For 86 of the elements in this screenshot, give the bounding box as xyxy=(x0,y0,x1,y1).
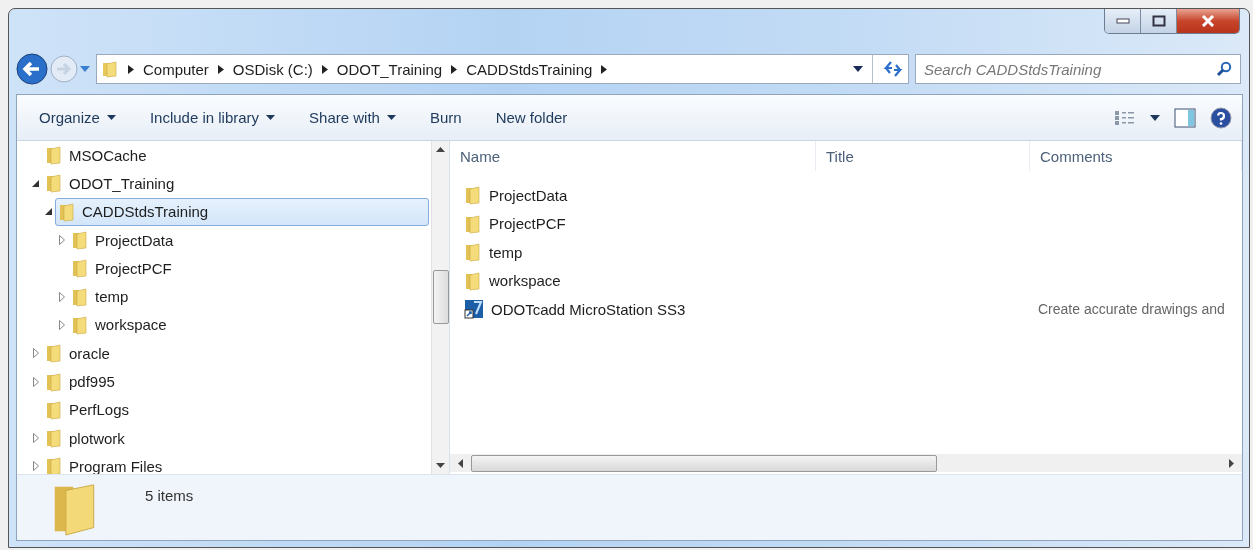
file-name[interactable]: ProjectData xyxy=(489,186,568,204)
toolbar-button[interactable]: Organize xyxy=(29,105,126,130)
tree-item[interactable]: PerfLogs xyxy=(42,395,137,424)
folder-icon xyxy=(45,343,63,364)
dropdown-icon[interactable] xyxy=(1150,114,1160,121)
scroll-right-icon[interactable] xyxy=(1229,458,1234,468)
scroll-left-icon[interactable] xyxy=(458,458,463,468)
search-icon[interactable] xyxy=(1216,61,1232,77)
folder-icon xyxy=(71,258,89,279)
tree-item[interactable]: temp xyxy=(68,282,136,311)
expand-arrow-icon[interactable] xyxy=(58,235,65,246)
file-name[interactable]: ProjectPCF xyxy=(489,215,566,233)
breadcrumb[interactable]: Computer xyxy=(143,60,209,78)
folder-icon xyxy=(58,201,76,222)
collapse-arrow-icon[interactable] xyxy=(45,208,52,216)
folder-icon xyxy=(45,145,63,166)
close-button[interactable] xyxy=(1177,9,1239,33)
file-name[interactable]: ODOTcadd MicroStation SS3 xyxy=(491,300,686,318)
help-icon[interactable] xyxy=(1210,106,1232,129)
collapse-arrow-icon[interactable] xyxy=(32,179,39,187)
column-header[interactable]: Title xyxy=(816,141,1030,171)
chevron-icon[interactable] xyxy=(601,64,608,74)
refresh-icon[interactable] xyxy=(882,60,904,78)
tree-item[interactable]: CADDStdsTraining xyxy=(55,197,429,226)
folder-icon xyxy=(45,428,63,449)
folder-icon xyxy=(71,314,89,335)
scroll-down-icon[interactable] xyxy=(436,463,445,468)
folder-icon xyxy=(71,286,89,307)
vertical-scrollbar[interactable] xyxy=(431,141,449,474)
folder-icon xyxy=(464,242,482,263)
file-name[interactable]: temp xyxy=(489,243,523,261)
toolbar-button[interactable]: New folder xyxy=(485,105,578,130)
column-header[interactable]: Name xyxy=(450,141,816,171)
folder-icon xyxy=(101,60,119,78)
file-comment: Create accurate drawings and xyxy=(1038,301,1225,318)
folder-icon xyxy=(464,185,482,206)
toolbar-button[interactable]: Include in library xyxy=(139,105,286,130)
breadcrumb[interactable]: OSDisk (C:) xyxy=(232,60,313,78)
maximize-icon xyxy=(1151,15,1166,27)
preview-pane-icon[interactable] xyxy=(1174,107,1196,128)
scroll-thumb[interactable] xyxy=(471,454,937,472)
folder-icon xyxy=(45,173,63,194)
item-count: 5 items xyxy=(145,487,194,504)
maximize-button[interactable] xyxy=(1141,9,1177,33)
breadcrumb[interactable]: CADDStdsTraining xyxy=(466,60,593,78)
tree-item[interactable]: pdf995 xyxy=(42,367,122,396)
breadcrumb[interactable]: ODOT_Training xyxy=(336,60,443,78)
expand-arrow-icon[interactable] xyxy=(32,461,39,472)
scroll-thumb[interactable] xyxy=(432,270,449,324)
chevron-icon[interactable] xyxy=(451,64,458,74)
column-header[interactable]: Comments xyxy=(1030,141,1242,171)
recent-dropdown-icon[interactable] xyxy=(80,66,90,72)
chevron-icon[interactable] xyxy=(128,64,134,74)
close-icon xyxy=(1200,15,1216,27)
folder-icon xyxy=(464,213,482,234)
folder-icon xyxy=(464,270,482,291)
folder-icon xyxy=(71,230,89,251)
toolbar-button[interactable]: Share with xyxy=(299,105,406,130)
tree-item[interactable]: oracle xyxy=(42,339,117,368)
folder-icon xyxy=(45,456,63,474)
chevron-icon[interactable] xyxy=(217,64,224,74)
expand-arrow-icon[interactable] xyxy=(32,433,39,444)
folder-icon xyxy=(45,371,63,392)
tree-item[interactable]: ProjectPCF xyxy=(68,254,179,283)
search-field[interactable]: Search CADDStdsTraining xyxy=(915,54,1241,84)
address-bar[interactable]: Computer OSDisk (C:) ODOT_Training CADDStdsTraining xyxy=(96,54,909,84)
dropdown-icon[interactable] xyxy=(853,66,863,72)
folder-icon xyxy=(45,399,63,420)
scroll-up-icon[interactable] xyxy=(436,147,445,152)
tree-item[interactable]: workspace xyxy=(68,310,174,339)
tree-item[interactable]: plotwork xyxy=(42,424,132,453)
expand-arrow-icon[interactable] xyxy=(32,348,39,359)
tree-item[interactable]: ProjectData xyxy=(68,226,181,255)
horizontal-scrollbar[interactable] xyxy=(450,454,1242,472)
expand-arrow-icon[interactable] xyxy=(58,291,65,302)
tree-item[interactable]: ODOT_Training xyxy=(42,169,182,198)
expand-arrow-icon[interactable] xyxy=(32,376,39,387)
back-button[interactable] xyxy=(16,53,48,85)
minimize-icon xyxy=(1115,18,1130,24)
chevron-icon[interactable] xyxy=(321,64,328,74)
view-options-icon[interactable] xyxy=(1114,109,1136,126)
shortcut-icon xyxy=(464,299,484,320)
file-name[interactable]: workspace xyxy=(489,272,561,290)
expand-arrow-icon[interactable] xyxy=(58,319,65,330)
toolbar-button[interactable]: Burn xyxy=(419,105,472,130)
tree-item[interactable]: MSOCache xyxy=(42,141,154,170)
